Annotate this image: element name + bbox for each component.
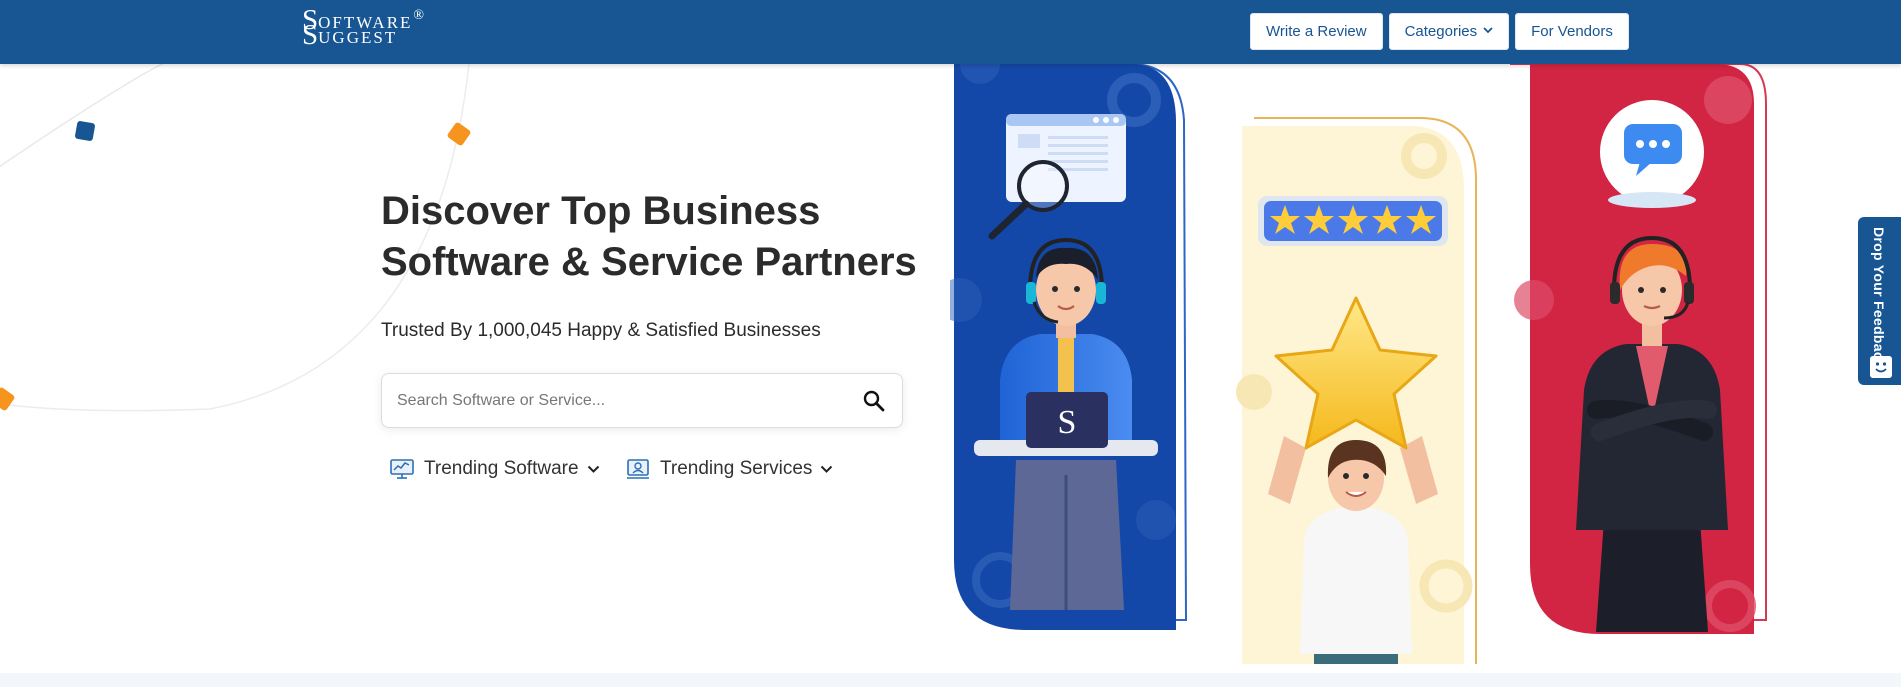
write-review-button[interactable]: Write a Review [1250,13,1383,50]
service-desk-icon [627,459,649,479]
orange-square-dot [447,122,471,146]
blue-support-card: S [950,60,1188,630]
logo-word: UGGEST [318,28,398,47]
section-divider-strip [0,673,1901,687]
categories-label: Categories [1404,23,1478,40]
top-navbar: S OFTWARE ® S UGGEST Write a Review Cate… [0,0,1901,64]
laptop-logo-letter: S [1058,404,1077,441]
monitor-chart-icon [390,459,414,479]
search-button[interactable] [846,374,902,427]
trending-services-label: Trending Services [660,458,813,479]
page: S OFTWARE ® S UGGEST Write a Review Cate… [0,0,1901,687]
hero-title-line: Software & Service Partners [381,240,917,284]
chevron-down-icon [821,465,833,473]
search-input[interactable] [382,374,846,427]
header-nav: Write a Review Categories For Vendors [1250,13,1629,50]
hero-illustrations: S [950,60,1767,664]
five-star-rating-badge [1258,196,1448,246]
smile-chat-icon [1870,356,1892,378]
feedback-tab[interactable]: Drop Your Feedback [1858,217,1901,385]
feedback-label: Drop Your Feedback [1871,227,1887,369]
for-vendors-button[interactable]: For Vendors [1515,13,1629,50]
trending-software-dropdown[interactable]: Trending Software [390,458,600,480]
chevron-down-icon [587,465,599,473]
logo-letter: S [302,19,319,51]
orange-square-dot [0,387,15,411]
for-vendors-label: For Vendors [1531,23,1613,40]
blue-square-dot [75,121,95,141]
hero-title: Discover Top Business Software & Service… [381,186,941,288]
hero-subtitle: Trusted By 1,000,045 Happy & Satisfied B… [381,320,821,341]
write-review-label: Write a Review [1266,23,1367,40]
hero-title-line: Discover Top Business [381,189,821,233]
chevron-down-icon [1483,27,1493,34]
red-agent-card [1510,63,1767,634]
search-bar [381,373,903,428]
softwaresuggest-logo[interactable]: S OFTWARE ® S UGGEST [302,6,424,50]
cream-review-card [1236,117,1477,664]
categories-dropdown[interactable]: Categories [1388,13,1510,50]
logo-registered-mark: ® [413,8,425,23]
search-icon [863,390,885,411]
trending-services-dropdown[interactable]: Trending Services [626,458,833,480]
trending-software-label: Trending Software [424,458,579,479]
